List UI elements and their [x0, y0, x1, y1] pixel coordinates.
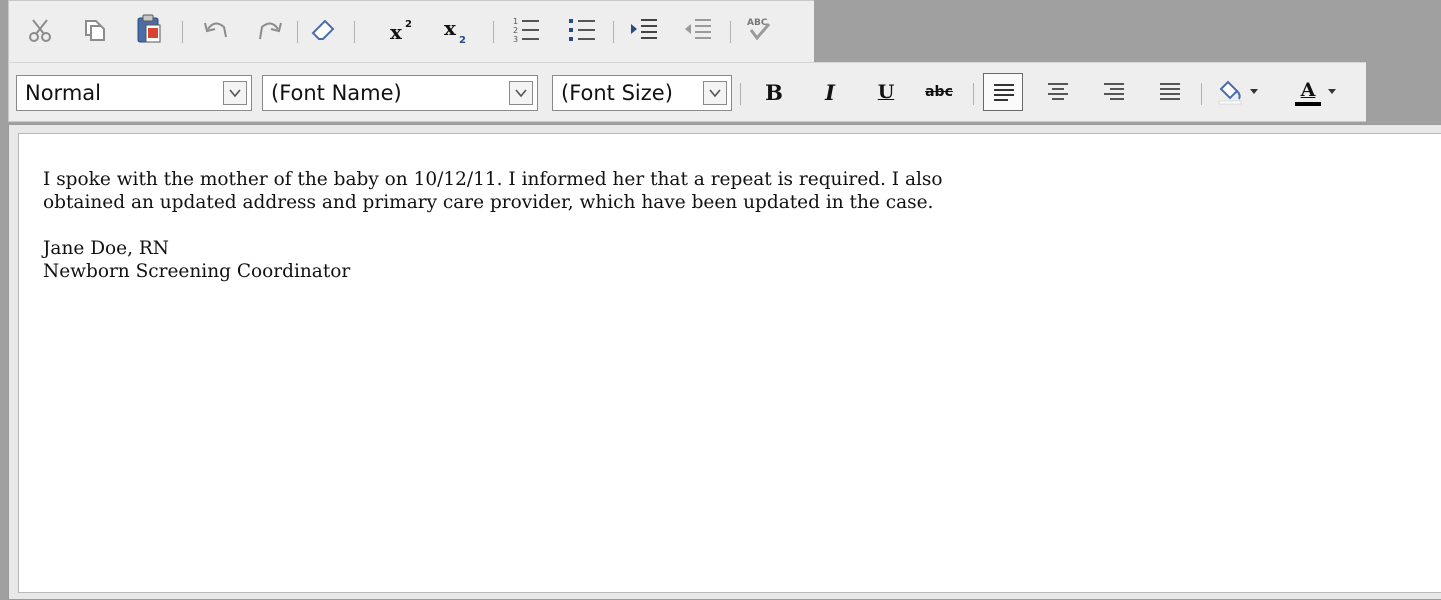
toolbar-separator: [740, 83, 741, 105]
font-color-label: A: [1300, 78, 1316, 101]
subscript-button[interactable]: x2: [441, 15, 475, 45]
chevron-down-icon[interactable]: [223, 81, 247, 105]
outdent-icon: [685, 19, 711, 39]
align-right-button[interactable]: [1097, 77, 1131, 107]
editor-frame: I spoke with the mother of the baby on 1…: [8, 124, 1441, 600]
svg-text:x: x: [444, 16, 457, 40]
toolbar-row-1: x2 x2 123 ABC: [8, 0, 814, 62]
subscript-icon: x2: [444, 16, 466, 45]
indent-button[interactable]: [627, 15, 661, 45]
underline-button[interactable]: U: [869, 77, 903, 107]
svg-text:2: 2: [405, 19, 412, 30]
caret-down-icon: [1250, 89, 1258, 94]
caret-down-icon: [1328, 89, 1336, 94]
ordered-list-button[interactable]: 123: [509, 15, 543, 45]
align-center-icon: [1048, 83, 1068, 100]
rich-text-editor[interactable]: I spoke with the mother of the baby on 1…: [18, 133, 1441, 593]
editor-line: Jane Doe, RN: [43, 238, 169, 259]
superscript-icon: x2: [390, 19, 412, 44]
toolbar-separator: [354, 21, 355, 43]
toolbar-separator: [613, 21, 614, 43]
highlight-color-dropdown[interactable]: [1247, 85, 1261, 99]
editor-line: obtained an updated address and primary …: [43, 192, 934, 213]
font-size-value: (Font Size): [561, 81, 673, 105]
undo-icon: [204, 22, 227, 38]
paste-icon: [137, 14, 161, 43]
toolbar-separator: [1201, 83, 1202, 105]
ordered-list-icon: 123: [513, 17, 539, 44]
toolbar-row-2: Normal (Font Name) (Font Size) B I U abc: [8, 62, 1366, 122]
toolbar-separator: [493, 21, 494, 43]
toolbar-separator: [730, 21, 731, 43]
remove-format-button[interactable]: [307, 15, 339, 45]
strikethrough-button[interactable]: abc: [917, 77, 961, 107]
editor-line: I spoke with the mother of the baby on 1…: [43, 169, 943, 190]
font-color-swatch: [1295, 101, 1321, 106]
italic-button[interactable]: I: [813, 77, 847, 107]
justify-button[interactable]: [1153, 77, 1187, 107]
copy-icon: [85, 20, 105, 41]
toolbar-separator: [182, 21, 183, 43]
svg-text:x: x: [390, 20, 403, 44]
svg-text:3: 3: [513, 35, 518, 44]
font-name-value: (Font Name): [271, 81, 402, 105]
cut-button[interactable]: [25, 15, 55, 45]
indent-icon: [631, 19, 657, 39]
spellcheck-button[interactable]: ABC: [741, 13, 777, 45]
justify-icon: [1160, 83, 1180, 100]
chevron-down-icon[interactable]: [703, 81, 727, 105]
toolbar-separator: [297, 21, 298, 43]
spellcheck-icon: ABC: [747, 18, 771, 41]
italic-label: I: [825, 79, 835, 105]
paint-bucket-icon: [1218, 80, 1242, 105]
font-color-button[interactable]: A: [1291, 75, 1325, 109]
strikethrough-label: abc: [925, 84, 953, 100]
paragraph-format-value: Normal: [25, 81, 101, 105]
align-center-button[interactable]: [1041, 77, 1075, 107]
svg-text:1: 1: [513, 17, 518, 26]
outdent-button[interactable]: [681, 15, 715, 45]
align-right-icon: [1104, 83, 1124, 100]
chevron-down-icon[interactable]: [509, 81, 533, 105]
spellcheck-label: ABC: [747, 18, 768, 28]
underline-label: U: [877, 81, 895, 103]
editor-line: [43, 214, 1441, 237]
highlight-color-button[interactable]: [1213, 75, 1247, 107]
font-color-dropdown[interactable]: [1325, 85, 1339, 99]
redo-button[interactable]: [253, 15, 287, 45]
superscript-button[interactable]: x2: [387, 15, 421, 45]
svg-text:2: 2: [459, 35, 466, 45]
undo-button[interactable]: [199, 15, 233, 45]
paste-button[interactable]: [133, 13, 165, 45]
unordered-list-icon: [569, 19, 595, 41]
cut-icon: [29, 19, 51, 42]
bold-button[interactable]: B: [757, 77, 791, 107]
editor-line: Newborn Screening Coordinator: [43, 261, 351, 282]
bold-label: B: [765, 79, 783, 105]
paragraph-format-select[interactable]: Normal: [16, 75, 252, 111]
copy-button[interactable]: [79, 15, 109, 45]
unordered-list-button[interactable]: [565, 15, 599, 45]
toolbar-separator: [973, 83, 974, 105]
highlight-color-swatch: [1218, 100, 1242, 105]
align-left-icon: [994, 84, 1014, 101]
svg-text:2: 2: [513, 26, 518, 35]
font-name-select[interactable]: (Font Name): [262, 75, 538, 111]
remove-format-icon: [311, 19, 335, 40]
font-size-select[interactable]: (Font Size): [552, 75, 732, 111]
redo-icon: [259, 22, 282, 40]
align-left-button[interactable]: [983, 73, 1023, 111]
